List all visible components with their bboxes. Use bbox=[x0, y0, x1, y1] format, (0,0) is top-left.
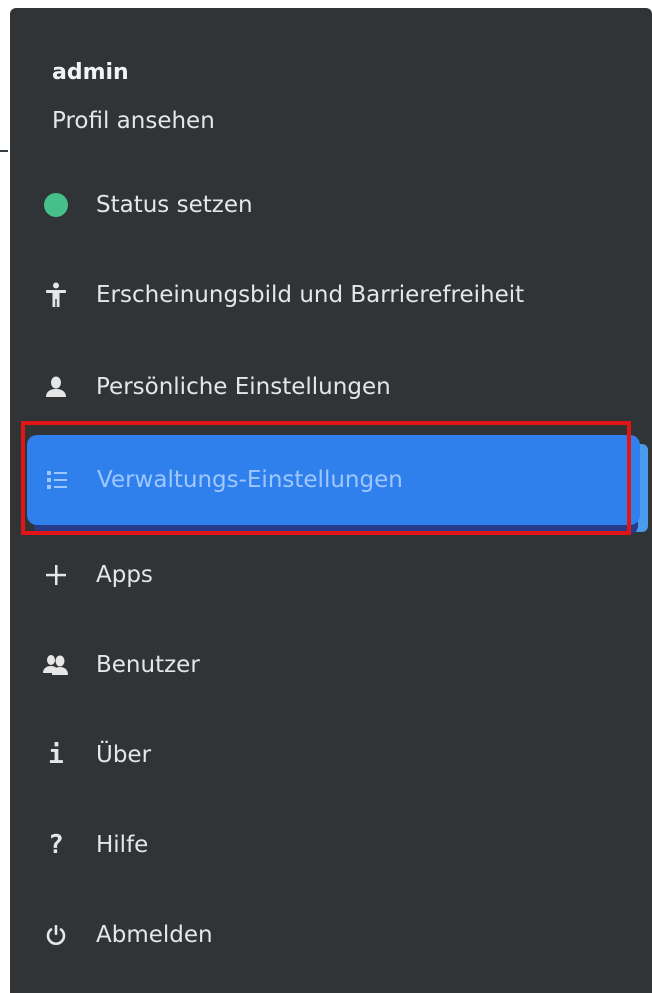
menu-item-label: Abmelden bbox=[96, 922, 213, 948]
menu-item-label: Persönliche Einstellungen bbox=[96, 374, 391, 400]
menu-item-label: Status setzen bbox=[96, 192, 253, 218]
menu-item-label: Über bbox=[96, 742, 152, 768]
background-divider bbox=[0, 150, 8, 152]
menu-item-apps[interactable]: Apps bbox=[26, 530, 636, 620]
menu-item-users[interactable]: Benutzer bbox=[26, 620, 636, 710]
users-icon bbox=[36, 654, 76, 676]
menu-item-label: Verwaltungs-Einstellungen bbox=[97, 467, 403, 493]
menu-item-status[interactable]: Status setzen bbox=[26, 160, 636, 250]
menu-item-appearance[interactable]: Erscheinungsbild und Barrierefreiheit bbox=[26, 250, 636, 340]
profile-header[interactable]: admin Profil ansehen bbox=[10, 8, 652, 158]
plus-icon bbox=[36, 564, 76, 586]
info-icon: i bbox=[48, 740, 64, 770]
screen: admin Profil ansehen Status setzen Ersch bbox=[0, 0, 652, 993]
list-icon bbox=[37, 469, 77, 491]
menu-item-label: Apps bbox=[96, 562, 153, 588]
user-icon bbox=[36, 376, 76, 398]
menu-item-help[interactable]: ? Hilfe bbox=[26, 800, 636, 890]
menu-item-label: Hilfe bbox=[96, 832, 149, 858]
menu-item-personal-settings[interactable]: Persönliche Einstellungen bbox=[26, 342, 636, 432]
profile-name: admin bbox=[52, 60, 129, 85]
profile-link[interactable]: Profil ansehen bbox=[52, 108, 215, 134]
status-dot-icon bbox=[36, 193, 76, 217]
help-icon: ? bbox=[48, 830, 64, 860]
power-icon bbox=[36, 924, 76, 946]
user-menu: admin Profil ansehen Status setzen Ersch bbox=[10, 8, 652, 993]
accessibility-icon bbox=[36, 282, 76, 308]
menu-item-label: Benutzer bbox=[96, 652, 200, 678]
menu-item-about[interactable]: i Über bbox=[26, 710, 636, 800]
menu-item-label: Erscheinungsbild und Barrierefreiheit bbox=[96, 282, 525, 308]
menu-item-admin-settings[interactable]: Verwaltungs-Einstellungen bbox=[27, 435, 640, 525]
menu-item-logout[interactable]: Abmelden bbox=[26, 890, 636, 980]
